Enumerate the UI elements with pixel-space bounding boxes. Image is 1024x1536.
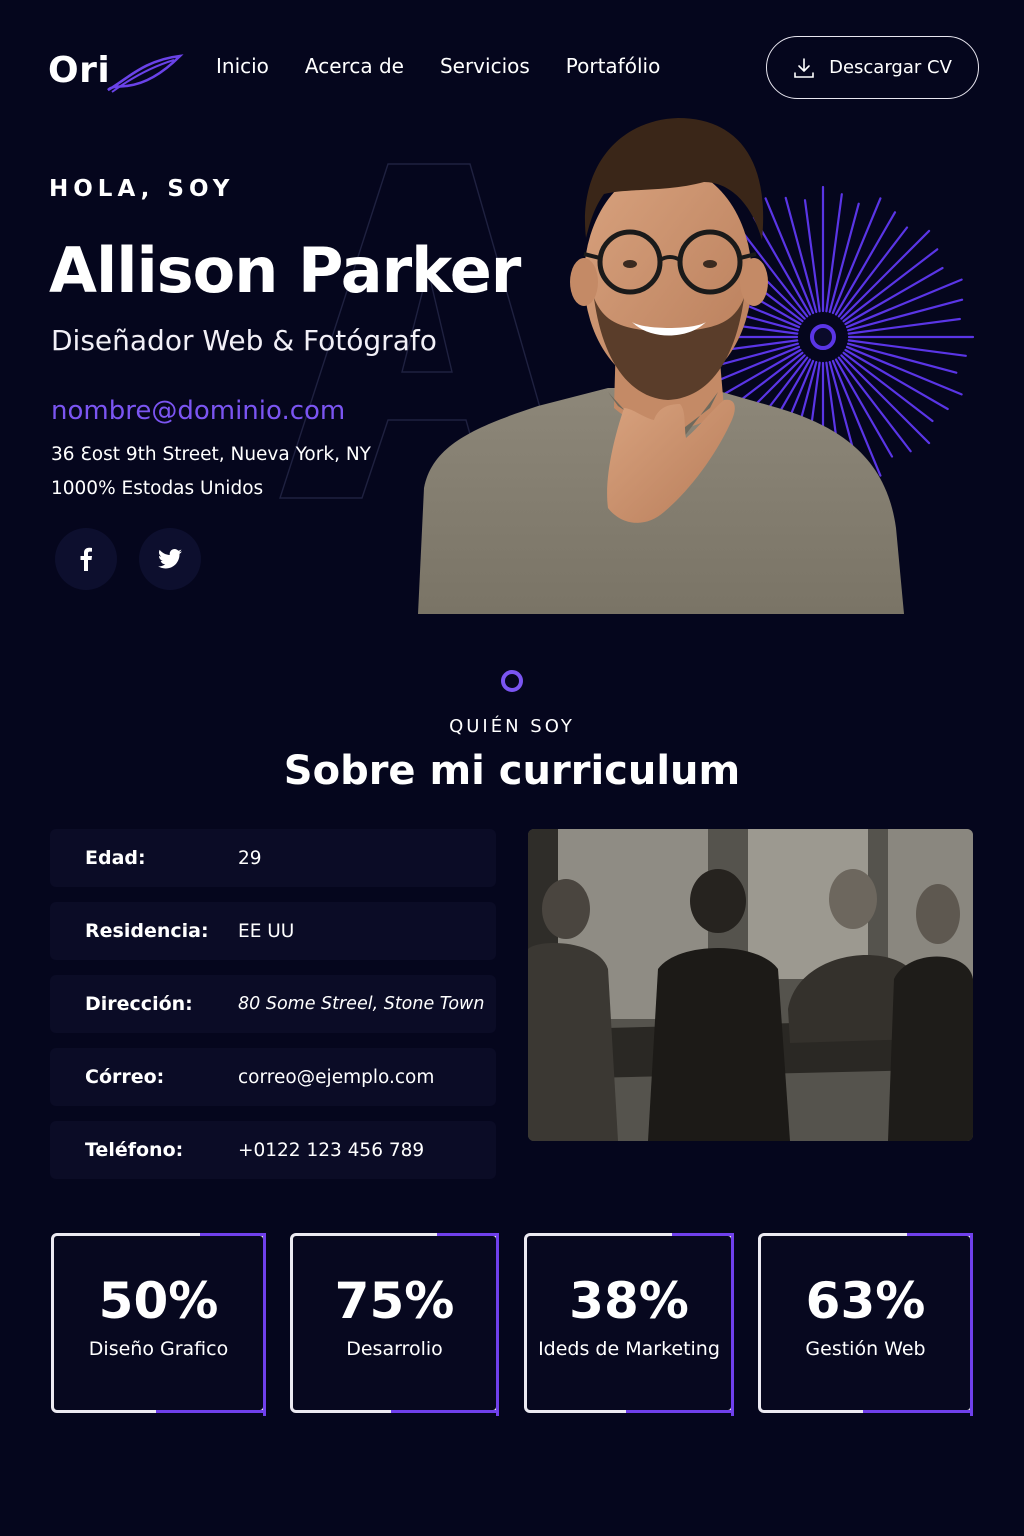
about-title: Sobre mi curriculum [283, 748, 741, 794]
twitter-icon [158, 549, 182, 569]
stat-accent [437, 1233, 499, 1236]
stat-accent [970, 1233, 973, 1416]
stat-card: 50% Diseño Grafico [51, 1233, 266, 1416]
profile-photo [418, 118, 904, 614]
hero-address-line1: 36 Ɛost 9th Street, Nueva York, NY [51, 444, 371, 465]
about-kicker: QUIÉN SOY [449, 716, 575, 737]
stat-percent: 75% [334, 1272, 455, 1330]
stat-card: 38% Ideds de Marketing [524, 1233, 734, 1416]
stat-percent: 38% [569, 1272, 689, 1330]
info-label: Dirección: [85, 993, 193, 1015]
info-label: Teléfono: [85, 1139, 184, 1161]
hero-address-line2: 1000% Estodas Unidos [51, 478, 264, 499]
hero-role: Diseñador Web & Fotógrafo [51, 324, 437, 357]
info-value: 29 [238, 847, 262, 869]
team-meeting-photo [528, 829, 973, 1141]
facebook-icon [80, 547, 92, 571]
download-cv-label: Descargar CV [829, 57, 952, 78]
hero-greeting: HOLA, SOY [49, 176, 235, 202]
stat-card: 75% Desarrolio [290, 1233, 499, 1416]
nav-servicios[interactable]: Servicios [440, 54, 530, 78]
twitter-button[interactable] [139, 528, 201, 590]
info-row-age: Edad: 29 [50, 829, 496, 887]
logo-text: Ori [48, 49, 111, 91]
info-row-residence: Residencia: EE UU [50, 902, 496, 960]
stat-label: Diseño Grafico [88, 1338, 229, 1360]
info-value: +0122 123 456 789 [238, 1139, 425, 1161]
stat-accent [626, 1410, 734, 1413]
download-icon [794, 57, 814, 78]
nav-portafolio[interactable]: Portafólio [566, 54, 661, 78]
stat-percent: 63% [805, 1272, 926, 1330]
stat-accent [263, 1233, 266, 1416]
stat-accent [156, 1410, 266, 1413]
info-row-email: Córreo: correo@ejemplo.com [50, 1048, 496, 1106]
stat-label: Desarrolio [346, 1338, 443, 1360]
nav-inicio[interactable]: Inicio [216, 54, 269, 78]
main-nav: Inicio Acerca de Servicios Portafólio [216, 54, 696, 78]
stat-accent [200, 1233, 266, 1236]
info-value[interactable]: correo@ejemplo.com [238, 1067, 434, 1088]
stat-label: Ideds de Marketing [538, 1338, 720, 1360]
section-ring-icon [501, 670, 523, 692]
stat-accent [391, 1410, 499, 1413]
info-label: Córreo: [85, 1066, 165, 1088]
facebook-button[interactable] [55, 528, 117, 590]
stat-accent [731, 1233, 734, 1416]
hero-email-link[interactable]: nombre@dominio.com [51, 396, 345, 426]
download-cv-button[interactable]: Descargar CV [766, 36, 979, 99]
stat-accent [672, 1233, 734, 1236]
info-value: 80 Some Streel, Stone Town [238, 994, 485, 1014]
logo[interactable]: Ori [48, 44, 184, 96]
info-row-address: Dirección: 80 Some Streel, Stone Town [50, 975, 496, 1033]
stat-accent [907, 1233, 973, 1236]
info-row-phone: Teléfono: +0122 123 456 789 [50, 1121, 496, 1179]
info-value: EE UU [238, 920, 295, 942]
logo-swoosh-icon [107, 54, 184, 93]
info-label: Edad: [85, 847, 146, 869]
nav-acerca-de[interactable]: Acerca de [305, 54, 404, 78]
info-label: Residencia: [85, 920, 209, 942]
stat-accent [496, 1233, 499, 1416]
stat-card: 63% Gestión Web [758, 1233, 973, 1416]
stat-label: Gestión Web [805, 1338, 926, 1360]
stat-percent: 50% [98, 1272, 219, 1330]
stat-accent [863, 1410, 973, 1413]
info-list: Edad: 29 Residencia: EE UU Dirección: 80… [50, 829, 496, 1194]
